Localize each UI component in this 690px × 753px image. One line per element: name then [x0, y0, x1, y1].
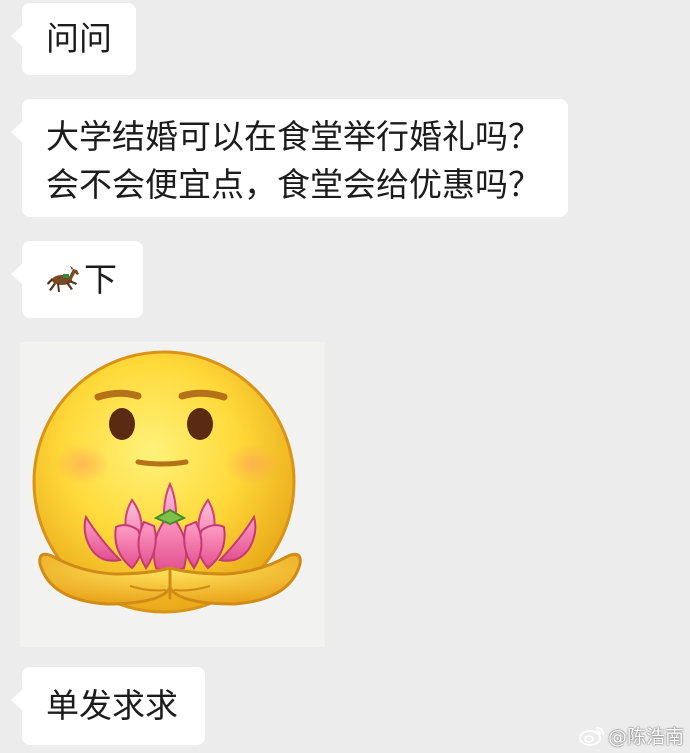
horse-emoji-icon	[47, 266, 79, 292]
message-bubble-1[interactable]: 问问	[11, 3, 136, 75]
smiley-lotus-icon	[32, 350, 302, 614]
message-bubble-2[interactable]: 大学结婚可以在食堂举行婚礼吗？ 会不会便宜点，食堂会给优惠吗？	[11, 99, 568, 217]
message-text-line-1: 大学结婚可以在食堂举行婚礼吗？	[46, 117, 541, 156]
message-text: 单发求求	[46, 686, 178, 725]
message-text: 问问	[46, 19, 112, 58]
message-text-line-2: 会不会便宜点，食堂会给优惠吗？	[46, 165, 541, 204]
weibo-watermark: @陈浩南	[579, 722, 684, 749]
message-bubble-5[interactable]: 单发求求	[11, 667, 205, 745]
message-bubble-3[interactable]: 下	[11, 241, 143, 318]
chat-area: 问问 大学结婚可以在食堂举行婚礼吗？ 会不会便宜点，食堂会给优惠吗？ 下 单发求…	[0, 0, 690, 753]
lotus-smiley-sticker[interactable]	[20, 342, 325, 647]
message-text: 下	[84, 260, 117, 299]
watermark-text: @陈浩南	[607, 726, 684, 748]
weibo-logo-icon	[579, 726, 604, 746]
